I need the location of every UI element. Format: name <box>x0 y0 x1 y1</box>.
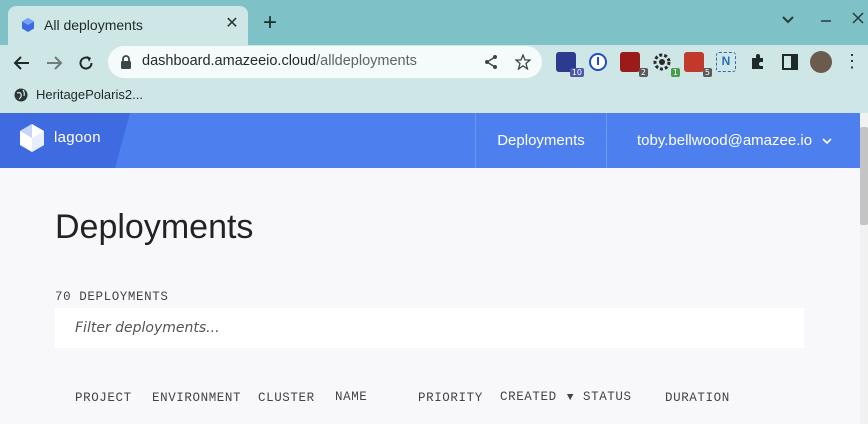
reload-icon <box>79 56 93 70</box>
n-extension-icon[interactable]: N <box>716 52 736 72</box>
gear-extension-icon[interactable]: 1 <box>652 52 680 77</box>
forward-button[interactable] <box>41 50 67 76</box>
column-header-duration[interactable]: DURATION <box>665 391 730 405</box>
lock-icon <box>121 55 131 69</box>
nav-deployments[interactable]: Deployments <box>475 113 606 168</box>
column-header-created[interactable]: CREATED ▼ <box>500 390 574 404</box>
browser-toolbar: dashboard.amazeeio.cloud/alldeployments … <box>0 45 868 81</box>
new-tab-button[interactable]: + <box>258 11 282 36</box>
page-scrollbar-thumb[interactable] <box>860 127 868 225</box>
ublock-extension-icon[interactable]: 2 <box>620 52 648 77</box>
reload-button[interactable] <box>73 50 99 76</box>
column-header-status[interactable]: STATUS <box>583 390 632 404</box>
user-menu[interactable]: toby.bellwood@amazee.io <box>606 113 860 168</box>
extension-badge: 1 <box>670 68 680 77</box>
extension-badge: 2 <box>638 68 648 77</box>
bookmarks-bar: HeritagePolaris2... <box>0 81 868 113</box>
sort-descending-icon: ▼ <box>566 392 575 404</box>
browser-tab-active[interactable]: All deployments ✕ <box>8 6 248 45</box>
column-header-created-label: CREATED <box>500 390 557 404</box>
user-email: toby.bellwood@amazee.io <box>637 132 813 149</box>
logo-text: lagoon <box>54 129 101 146</box>
browser-menu-icon[interactable]: ⋮ <box>842 52 862 72</box>
url-text: dashboard.amazeeio.cloud/alldeployments <box>142 53 417 69</box>
column-header-name[interactable]: NAME <box>335 390 367 404</box>
password-manager-extension-icon[interactable] <box>588 52 608 72</box>
side-panel-icon[interactable] <box>780 52 800 72</box>
address-bar[interactable]: dashboard.amazeeio.cloud/alldeployments <box>108 46 542 78</box>
column-header-project[interactable]: PROJECT <box>75 391 132 405</box>
lagoon-logo-icon[interactable] <box>19 123 45 153</box>
extension-badge: 10 <box>569 68 584 77</box>
globe-icon <box>14 88 28 101</box>
deployment-count: 70 DEPLOYMENTS <box>55 290 169 304</box>
column-header-priority[interactable]: PRIORITY <box>418 391 483 405</box>
profile-avatar[interactable] <box>810 51 832 73</box>
column-header-environment[interactable]: ENVIRONMENT <box>152 391 241 405</box>
extensions-puzzle-icon[interactable] <box>748 52 768 72</box>
column-header-cluster[interactable]: CLUSTER <box>258 391 315 405</box>
url-host: dashboard.amazeeio.cloud <box>142 53 317 69</box>
tab-title: All deployments <box>44 17 143 33</box>
back-button[interactable] <box>9 50 35 76</box>
chat-extension-icon[interactable]: 5 <box>684 52 712 77</box>
minimize-window-icon[interactable] <box>816 12 836 32</box>
url-path: /alldeployments <box>316 53 417 69</box>
bookmark-label: HeritagePolaris2... <box>36 87 143 102</box>
share-icon[interactable] <box>482 53 500 71</box>
chevron-down-icon <box>822 137 832 144</box>
lagoon-favicon-icon <box>22 18 34 32</box>
forward-arrow-icon <box>47 56 63 70</box>
tab-close-icon[interactable]: ✕ <box>223 15 241 33</box>
bookmark-star-icon[interactable] <box>514 53 532 71</box>
close-window-icon[interactable] <box>848 10 868 30</box>
browser-tab-strip: All deployments ✕ + <box>0 0 868 45</box>
tab-search-chevron-icon[interactable] <box>778 12 798 32</box>
page-title: Deployments <box>55 208 254 246</box>
nav-deployments-label: Deployments <box>497 132 585 149</box>
bookmark-item[interactable]: HeritagePolaris2... <box>14 87 143 102</box>
app-header: lagoon Deployments toby.bellwood@amazee.… <box>0 113 860 168</box>
back-arrow-icon <box>13 56 29 70</box>
extension-badge: 5 <box>702 68 712 77</box>
filter-deployments-input[interactable] <box>55 308 804 348</box>
graduation-cap-extension-icon[interactable]: 10 <box>556 52 584 77</box>
